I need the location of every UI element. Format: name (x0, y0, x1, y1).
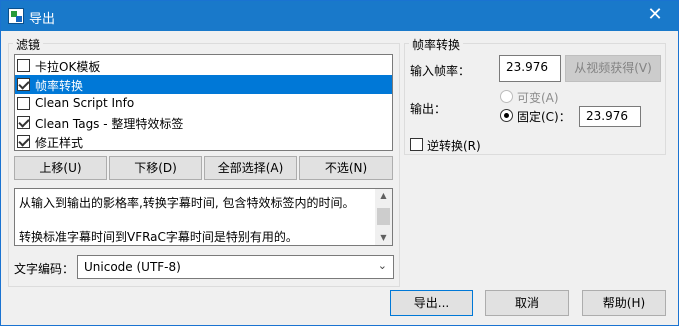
move-up-button[interactable]: 上移(U) (14, 156, 107, 180)
filters-group-label: 滤镜 (13, 36, 44, 53)
fixed-fps-value: 23.976 (586, 109, 628, 123)
window-title: 导出 (29, 12, 56, 27)
description-line: 从输入到输出的影格率,转换字幕时间, 包含特效标签内的时间。 (19, 196, 355, 210)
fixed-radio[interactable] (500, 109, 513, 122)
select-all-button[interactable]: 全部选择(A) (204, 156, 297, 180)
filter-checkbox[interactable] (17, 135, 30, 148)
app-icon (8, 8, 24, 24)
filter-item-label: Clean Script Info (35, 96, 135, 110)
description-scrollbar[interactable]: ▲ ▼ (375, 189, 392, 245)
filter-item-label: 卡拉OK模板 (35, 60, 101, 74)
filter-description: 从输入到输出的影格率,转换字幕时间, 包含特效标签内的时间。 转换标准字幕时间到… (14, 188, 393, 246)
filter-item-framerate[interactable]: 帧率转换 (15, 75, 392, 94)
variable-radio-label: 可变(A) (517, 91, 559, 105)
reverse-checkbox[interactable] (410, 138, 423, 151)
chevron-down-icon: ⌄ (377, 259, 387, 272)
close-icon[interactable]: ✕ (632, 1, 678, 31)
filter-item-karaoke[interactable]: 卡拉OK模板 (15, 56, 392, 75)
input-fps-value: 23.976 (506, 60, 548, 74)
cancel-button[interactable]: 取消 (485, 290, 569, 316)
filter-checkbox[interactable] (17, 78, 30, 91)
fixed-fps-field[interactable]: 23.976 (579, 106, 641, 127)
input-fps-label: 输入帧率： (410, 64, 471, 78)
encoding-select[interactable]: Unicode (UTF-8) ⌄ (77, 255, 394, 279)
description-line: 转换标准字幕时间到VFRaC字幕时间是特别有用的。 (19, 230, 298, 244)
framerate-group-label: 帧率转换 (409, 36, 464, 53)
fixed-radio-label: 固定(C)： (517, 110, 571, 124)
filter-item-clean-tags[interactable]: Clean Tags - 整理特效标签 (15, 113, 392, 132)
filter-checkbox[interactable] (17, 116, 30, 129)
input-fps-field[interactable]: 23.976 (499, 55, 561, 82)
output-fps-label: 输出： (410, 102, 447, 116)
from-video-button[interactable]: 从视频获得(V) (565, 55, 661, 82)
move-down-button[interactable]: 下移(D) (109, 156, 202, 180)
filter-item-label: 修正样式 (35, 136, 84, 150)
filter-item-clean-script-info[interactable]: Clean Script Info (15, 94, 392, 113)
export-dialog: 导出 ✕ 滤镜 卡拉OK模板 帧率转换 Clean Script Info Cl… (0, 0, 679, 326)
filter-checkbox[interactable] (17, 97, 30, 110)
filter-item-label: Clean Tags - 整理特效标签 (35, 117, 184, 131)
filter-list[interactable]: 卡拉OK模板 帧率转换 Clean Script Info Clean Tags… (14, 54, 393, 151)
filter-item-label: 帧率转换 (35, 79, 84, 93)
reverse-checkbox-label: 逆转换(R) (427, 139, 481, 153)
filter-checkbox[interactable] (17, 59, 30, 72)
encoding-value: Unicode (UTF-8) (84, 260, 181, 274)
scroll-down-icon[interactable]: ▼ (375, 231, 392, 245)
variable-radio[interactable] (500, 90, 513, 103)
help-button[interactable]: 帮助(H) (582, 290, 666, 316)
export-button[interactable]: 导出... (390, 290, 473, 316)
scroll-up-icon[interactable]: ▲ (375, 189, 392, 203)
select-none-button[interactable]: 不选(N) (299, 156, 393, 180)
encoding-label: 文字编码： (14, 262, 75, 276)
scroll-thumb[interactable] (377, 208, 390, 225)
title-bar: 导出 ✕ (1, 1, 678, 31)
filter-item-fix-styles[interactable]: 修正样式 (15, 132, 392, 151)
